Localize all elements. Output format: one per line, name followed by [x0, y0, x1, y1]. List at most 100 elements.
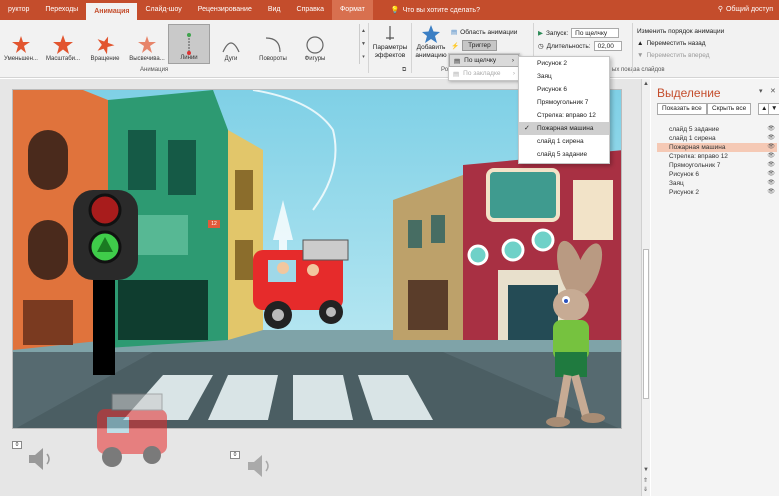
up-triangle-icon: ▲	[637, 40, 644, 47]
eye-icon[interactable]: 👁	[767, 152, 775, 161]
add-animation-button[interactable]: Добавить анимацию	[413, 24, 449, 60]
animation-effect-7[interactable]: Фигуры	[294, 24, 336, 64]
play-icon: ▶	[538, 30, 543, 37]
start-dropdown[interactable]: По щелчку	[571, 28, 620, 38]
animation-effect-0[interactable]: Уменьшен...	[0, 24, 42, 64]
selection-list-item[interactable]: Рисунок 6 👁	[657, 170, 777, 179]
tab-1[interactable]: Переходы	[37, 0, 86, 20]
fire-truck-ghost[interactable]	[92, 379, 172, 474]
eye-icon[interactable]: 👁	[767, 161, 775, 170]
speaker-icon[interactable]	[25, 444, 55, 474]
effect-options-button[interactable]: Параметры эффектов	[370, 24, 410, 60]
add-animation-label: Добавить анимацию	[415, 44, 447, 59]
animation-effect-6[interactable]: Повороты	[252, 24, 294, 64]
arrow-badge: 12	[208, 220, 220, 228]
trigger-object-item[interactable]: слайд 1 сирена	[519, 135, 609, 148]
trigger-object-menu: Рисунок 2 Заяц Рисунок 6 Прямоугольник 7 Стр…	[518, 56, 610, 164]
selection-list-item[interactable]: Стрелка: вправо 12 👁	[657, 152, 777, 161]
eye-icon[interactable]: 👁	[767, 143, 775, 152]
trigger-object-item[interactable]: Прямоугольник 7	[519, 96, 609, 109]
animation-pane-button[interactable]: ▤ Область анимации	[451, 28, 517, 37]
selection-item-label: Рисунок 2	[669, 189, 699, 196]
divider	[411, 23, 412, 73]
move-earlier-button[interactable]: ▲ Переместить назад	[637, 40, 706, 47]
trigger-menu-item-1[interactable]: ▤ По закладке ›	[449, 67, 519, 80]
eye-icon[interactable]: 👁	[767, 179, 775, 188]
animation-effect-label: Вращение	[90, 56, 120, 62]
spin-star-icon	[94, 34, 116, 56]
corner-launcher-icon[interactable]: ⧉	[402, 67, 406, 74]
scroll-up-icon[interactable]: ▲	[361, 28, 366, 34]
animation-effect-label: Уменьшен...	[4, 56, 38, 62]
pane-options-icon[interactable]: ▾	[759, 87, 763, 95]
menu-item-icon: ▤	[453, 70, 460, 78]
hide-all-button[interactable]: Скрыть все	[707, 103, 752, 115]
line-path-icon	[178, 33, 200, 55]
trigger-object-item[interactable]: Заяц	[519, 70, 609, 83]
tell-me-box[interactable]: 💡 Что вы хотите сделать?	[390, 6, 480, 15]
animation-effect-5[interactable]: Дуги	[210, 24, 252, 64]
animation-effect-3[interactable]: Высвечива...	[126, 24, 168, 64]
duration-row: ◷ Длительность: 02,00	[538, 41, 622, 51]
down-triangle-icon: ▼	[637, 52, 644, 59]
selection-item-label: слайд 1 сирена	[669, 135, 716, 142]
tab-6[interactable]: Справка	[289, 0, 332, 20]
tab-2[interactable]: Анимация	[86, 3, 138, 20]
trigger-button[interactable]: ⚡ Триггер	[451, 40, 497, 51]
animation-effect-label: Повороты	[259, 56, 287, 62]
trigger-object-item[interactable]: ✓ Пожарная машина	[519, 122, 609, 135]
eye-icon[interactable]: 👁	[767, 134, 775, 143]
prev-slide-icon[interactable]: ⇑	[643, 477, 648, 484]
animation-effect-label: Дуги	[224, 56, 238, 62]
clock-icon: ◷	[538, 43, 544, 50]
eye-icon[interactable]: 👁	[767, 188, 775, 197]
selection-list-item[interactable]: Рисунок 2 👁	[657, 188, 777, 197]
trigger-object-item[interactable]: Рисунок 6	[519, 83, 609, 96]
speaker-icon[interactable]	[244, 451, 274, 481]
move-later-button[interactable]: ▼ Переместить вперед	[637, 52, 710, 59]
animation-effect-label: Линии	[180, 55, 198, 61]
shape-path-icon	[304, 34, 326, 56]
trigger-object-item[interactable]: Стрелка: вправо 12	[519, 109, 609, 122]
animation-effect-2[interactable]: Вращение	[84, 24, 126, 64]
scroll-thumb[interactable]	[643, 249, 649, 399]
selection-item-label: Прямоугольник 7	[669, 162, 721, 169]
move-later-label: Переместить вперед	[646, 52, 710, 59]
eye-icon[interactable]: 👁	[767, 170, 775, 179]
gallery-scroll[interactable]: ▲ ▼ ▾	[359, 24, 367, 64]
animation-effect-4[interactable]: Линии	[168, 24, 210, 64]
lightbulb-icon: 💡	[390, 7, 400, 14]
send-backward-icon[interactable]: ▼	[768, 103, 779, 115]
animation-effect-label: Масштаби...	[45, 56, 81, 62]
show-all-button[interactable]: Показать все	[657, 103, 707, 115]
tab-5[interactable]: Вид	[260, 0, 289, 20]
selection-list-item[interactable]: Прямоугольник 7 👁	[657, 161, 777, 170]
trigger-object-item[interactable]: Рисунок 2	[519, 57, 609, 70]
object-item-label: слайд 1 сирена	[537, 138, 584, 145]
trigger-object-item[interactable]: слайд 5 задание	[519, 148, 609, 161]
gallery-more-icon[interactable]: ▾	[362, 54, 365, 60]
object-item-label: слайд 5 задание	[537, 151, 588, 158]
checkmark-icon: ✓	[524, 125, 530, 132]
trigger-menu-item-0[interactable]: ▤ По щелчку ›	[449, 54, 519, 67]
object-item-label: Прямоугольник 7	[537, 99, 589, 106]
scroll-down-icon[interactable]: ▼	[361, 41, 366, 47]
selection-list-item[interactable]: слайд 1 сирена 👁	[657, 134, 777, 143]
tab-4[interactable]: Рецензирование	[190, 0, 260, 20]
vertical-scrollbar[interactable]: ▲ ▼ ⇑ ⇓	[641, 79, 650, 496]
tab-7[interactable]: Формат	[331, 0, 373, 20]
animation-effect-1[interactable]: Масштаби...	[42, 24, 84, 64]
close-icon[interactable]: ✕	[770, 87, 776, 95]
eye-icon[interactable]: 👁	[767, 125, 775, 134]
next-slide-icon[interactable]: ⇓	[643, 486, 648, 493]
selection-list-item[interactable]: слайд 5 задание 👁	[657, 125, 777, 134]
duration-spinner[interactable]: 02,00	[593, 41, 622, 51]
scroll-down-icon[interactable]: ▼	[643, 467, 649, 473]
share-button[interactable]: ⚲ Общий доступ	[718, 0, 773, 20]
ribbon-animations: Уменьшен... Масштаби... Вращение Высвечива.…	[0, 20, 779, 78]
scroll-up-icon[interactable]: ▲	[643, 81, 649, 87]
selection-list-item[interactable]: Заяц 👁	[657, 179, 777, 188]
tab-3[interactable]: Слайд-шоу	[137, 0, 189, 20]
tab-0[interactable]: руктор	[0, 0, 37, 20]
selection-list-item[interactable]: Пожарная машина 👁	[657, 143, 777, 152]
